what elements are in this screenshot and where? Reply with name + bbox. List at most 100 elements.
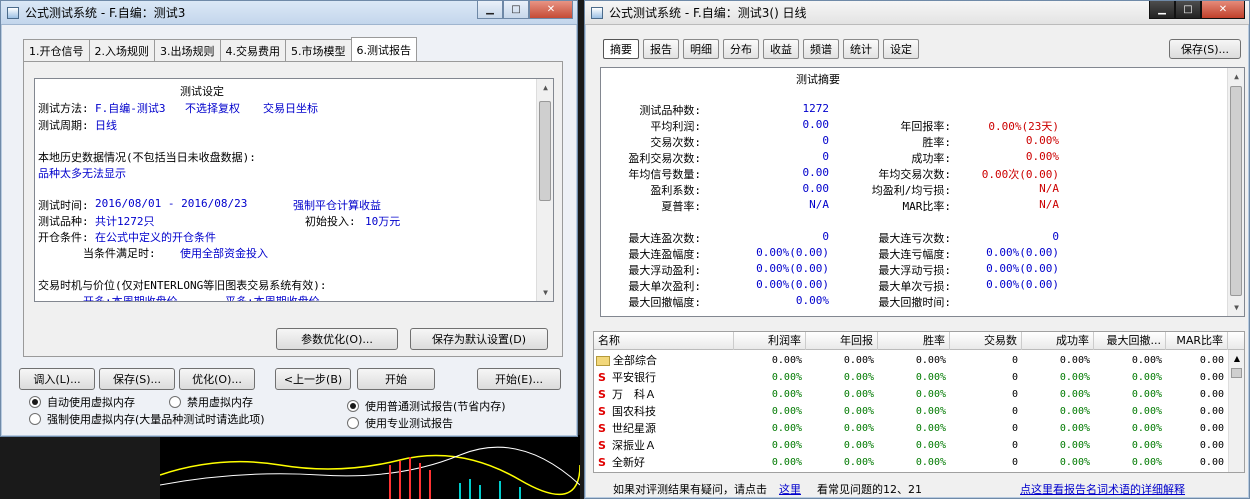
maximize-icon[interactable]: □ [503, 1, 529, 19]
report-scrollbar[interactable]: ▲ ▼ [536, 79, 553, 301]
table-row[interactable]: S 国农科技 0.00% 0.00% 0.00% 0 0.00% 0.00% 0.00 [594, 403, 1228, 420]
start-button[interactable]: 开始 [357, 368, 435, 390]
tab-spectrum[interactable]: 频谱 [803, 39, 839, 59]
optimize-button[interactable]: 优化(O)... [179, 368, 255, 390]
close-icon[interactable]: ✕ [1201, 1, 1245, 19]
row-name: 平安银行 [612, 371, 656, 384]
col-annual-return[interactable]: 年回报 [806, 332, 878, 350]
tab-open-signal[interactable]: 1.开仓信号 [23, 39, 90, 61]
result-tab-strip: 摘要 报告 明细 分布 收益 频谱 统计 设定 [603, 39, 923, 59]
table-cell: 0.00% [1059, 372, 1090, 383]
minimize-icon[interactable]: ▁ [477, 1, 503, 19]
table-cell: 0 [1011, 406, 1018, 417]
grid-header: 名称 利润率 年回报 胜率 交易数 成功率 最大回撤... MAR比率 [594, 332, 1244, 350]
row-name-cell: S 世纪星源 [596, 420, 656, 437]
table-cell: 0.00 [1199, 406, 1224, 417]
table-row[interactable]: S 平安银行 0.00% 0.00% 0.00% 0 0.00% 0.00% 0.00 [594, 369, 1228, 386]
prev-step-button[interactable]: <上一步(B) [275, 368, 351, 390]
auto-virtual-memory-radio[interactable]: 自动使用虚拟内存 [29, 394, 135, 410]
tab-report[interactable]: 报告 [643, 39, 679, 59]
start-more-button[interactable]: 开始(E)... [477, 368, 561, 390]
save-result-button[interactable]: 保存(S)... [1169, 39, 1241, 59]
scroll-down-icon[interactable]: ▼ [537, 284, 553, 301]
results-grid: 名称 利润率 年回报 胜率 交易数 成功率 最大回撤... MAR比率 全部综合… [593, 331, 1245, 473]
grid-scrollbar[interactable]: ▲ [1228, 350, 1244, 472]
force-virtual-memory-radio[interactable]: 强制使用虚拟内存(大量品种测试时请选此项) [29, 411, 265, 427]
tab-returns[interactable]: 收益 [763, 39, 799, 59]
summary-label: 最大连盈幅度: [628, 248, 701, 261]
row-name: 深振业Ａ [612, 439, 656, 452]
app-icon [7, 6, 19, 19]
summary-value: 1272 [802, 102, 830, 115]
save-button[interactable]: 保存(S)... [99, 368, 175, 390]
summary-value: 0 [1052, 230, 1059, 243]
table-cell: 0.00 [1199, 389, 1224, 400]
scroll-down-icon[interactable]: ▼ [1228, 299, 1244, 316]
disable-virtual-memory-radio[interactable]: 禁用虚拟内存 [169, 394, 253, 410]
summary-value: 0 [822, 230, 829, 243]
row-name-cell: S 平安银行 [596, 369, 656, 386]
summary-value: 0.00 [802, 118, 830, 131]
table-cell: 0.00% [1059, 423, 1090, 434]
background-chart [160, 435, 580, 499]
tab-settings[interactable]: 设定 [883, 39, 919, 59]
when-met-value: 使用全部资金投入 [180, 247, 268, 260]
pro-report-radio[interactable]: 使用专业测试报告 [347, 415, 453, 431]
glossary-link[interactable]: 点这里看报告名词术语的详细解释 [1020, 481, 1185, 497]
pro-report-label: 使用专业测试报告 [365, 417, 453, 430]
test-settings-textbox[interactable]: 测试设定 测试方法: F.自编-测试3 不选择复权 交易日坐标 测试周期: 日线… [34, 78, 554, 302]
force-close-note: 强制平仓计算收益 [293, 199, 381, 212]
col-name[interactable]: 名称 [594, 332, 734, 350]
normal-report-radio[interactable]: 使用普通测试报告(节省内存) [347, 398, 506, 414]
tab-test-report[interactable]: 6.测试报告 [350, 37, 417, 61]
col-trades[interactable]: 交易数 [950, 332, 1022, 350]
scroll-thumb[interactable] [1231, 368, 1242, 378]
left-window-controls: ▁ □ ✕ [477, 1, 573, 19]
summary-value: 0.00%(0.00) [986, 246, 1059, 259]
table-row[interactable]: S 万 科Ａ 0.00% 0.00% 0.00% 0 0.00% 0.00% 0.00 [594, 386, 1228, 403]
table-cell: 0.00% [1059, 355, 1090, 366]
tab-statistics[interactable]: 统计 [843, 39, 879, 59]
footer-here-link[interactable]: 这里 [779, 481, 801, 497]
tab-distribution[interactable]: 分布 [723, 39, 759, 59]
table-row[interactable]: S 世纪星源 0.00% 0.00% 0.00% 0 0.00% 0.00% 0.00 [594, 420, 1228, 437]
scroll-up-icon[interactable]: ▲ [1229, 350, 1244, 366]
load-button[interactable]: 调入(L)... [19, 368, 95, 390]
summary-label: 测试品种数: [639, 104, 701, 117]
minimize-icon[interactable]: ▁ [1149, 1, 1175, 19]
row-name-cell: 全部综合 [596, 352, 657, 369]
table-cell: 0.00 [1199, 457, 1224, 468]
close-icon[interactable]: ✕ [529, 1, 573, 19]
scroll-thumb[interactable] [539, 101, 551, 201]
tab-detail[interactable]: 明细 [683, 39, 719, 59]
products-label: 测试品种: [38, 215, 89, 228]
tab-exit-rules[interactable]: 3.出场规则 [154, 39, 221, 61]
col-profit-rate[interactable]: 利润率 [734, 332, 806, 350]
left-window-title: 公式测试系统 - F.自编：测试3 [25, 6, 186, 20]
table-row[interactable]: S 全新好 0.00% 0.00% 0.00% 0 0.00% 0.00% 0.00 [594, 454, 1228, 471]
tab-trade-fees[interactable]: 4.交易费用 [219, 39, 286, 61]
summary-label: 年回报率: [900, 120, 951, 133]
scroll-up-icon[interactable]: ▲ [1228, 68, 1244, 85]
scroll-up-icon[interactable]: ▲ [537, 79, 553, 96]
when-met-label: 当条件满足时: [83, 247, 156, 260]
col-mar-ratio[interactable]: MAR比率 [1166, 332, 1228, 350]
table-row[interactable]: S 深振业Ａ 0.00% 0.00% 0.00% 0 0.00% 0.00% 0.00 [594, 437, 1228, 454]
table-cell: 0.00% [915, 457, 946, 468]
optimize-params-button[interactable]: 参数优化(O)... [276, 328, 398, 350]
scroll-thumb[interactable] [1230, 86, 1242, 296]
col-max-drawdown[interactable]: 最大回撤... [1094, 332, 1166, 350]
summary-scrollbar[interactable]: ▲ ▼ [1227, 68, 1244, 316]
save-default-button[interactable]: 保存为默认设置(D) [410, 328, 548, 350]
tab-market-model[interactable]: 5.市场模型 [285, 39, 352, 61]
table-cell: 0.00% [771, 372, 802, 383]
col-success-rate[interactable]: 成功率 [1022, 332, 1094, 350]
summary-value: 0 [822, 134, 829, 147]
tab-entry-rules[interactable]: 2.入场规则 [88, 39, 155, 61]
tab-summary[interactable]: 摘要 [603, 39, 639, 59]
maximize-icon[interactable]: □ [1175, 1, 1201, 19]
row-name: 世纪星源 [612, 422, 656, 435]
col-win-rate[interactable]: 胜率 [878, 332, 950, 350]
table-cell: 0.00% [915, 355, 946, 366]
table-row[interactable]: 全部综合 0.00% 0.00% 0.00% 0 0.00% 0.00% 0.00 [594, 352, 1228, 369]
